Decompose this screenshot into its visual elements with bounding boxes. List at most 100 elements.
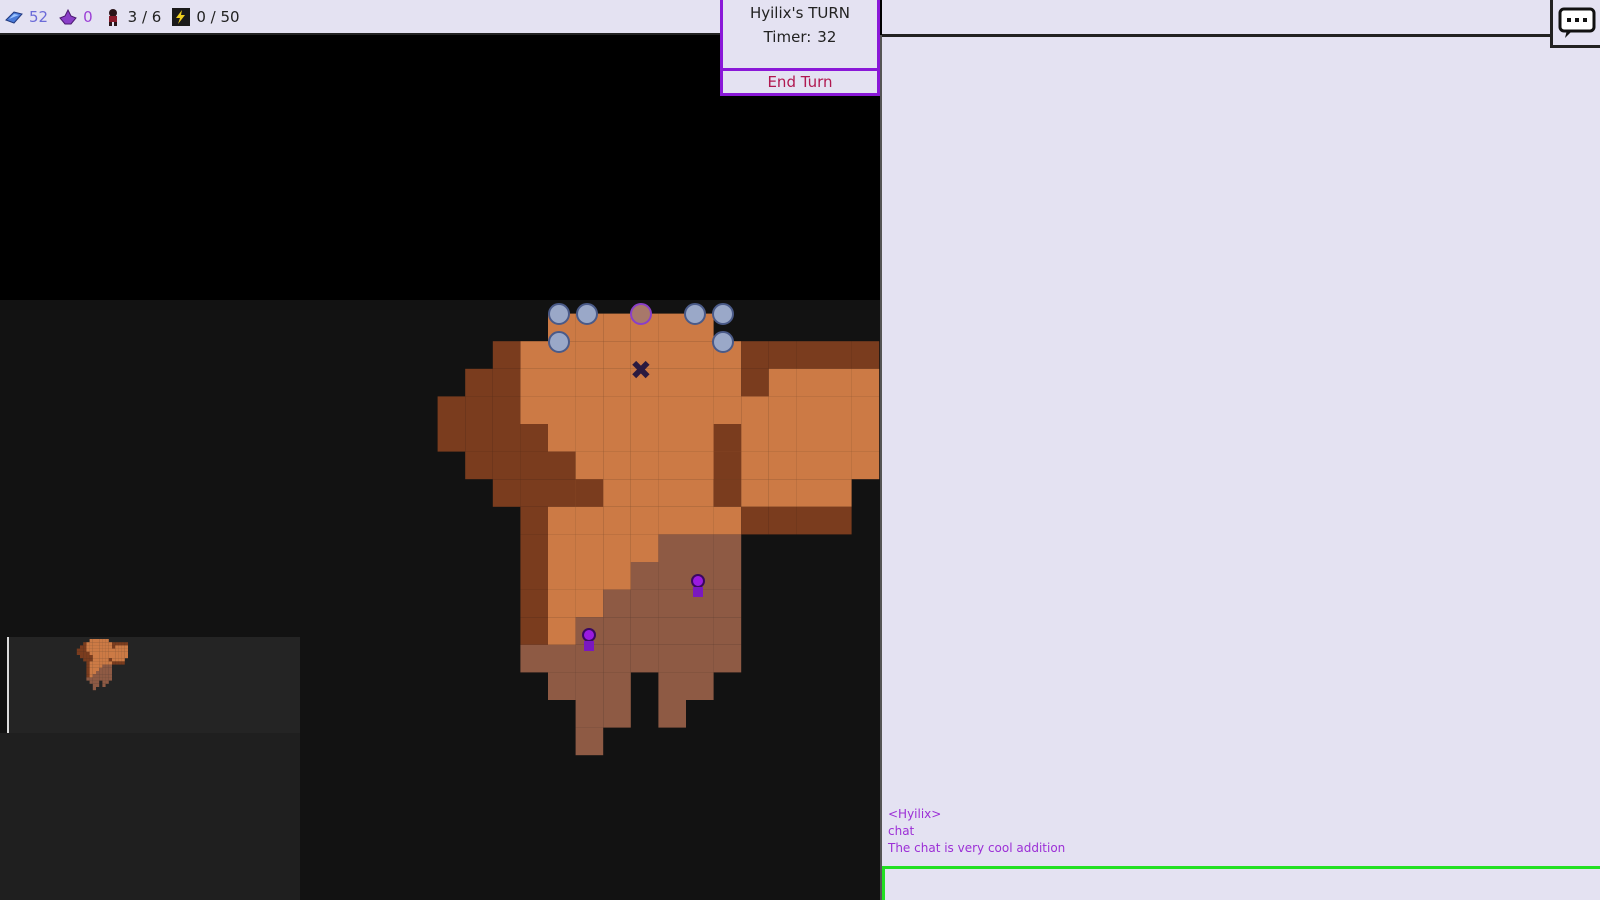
player-unit[interactable] [691,574,705,588]
map-tile [492,368,521,397]
map-tile [741,341,769,369]
minimap-tile [76,648,80,652]
map-tile [575,562,604,590]
minimap-tile [118,651,122,655]
minimap-tile [89,661,93,665]
minimap-tile [80,648,84,652]
map-tile [548,396,576,424]
lightning-icon [171,7,191,26]
minimap-tile [108,677,112,681]
map-tile [603,506,631,535]
map-tile [796,479,824,507]
crystal-node[interactable] [548,331,570,353]
map-tile [575,727,604,756]
map-tile [741,451,769,480]
minimap-tile [89,648,93,652]
map-tile [520,534,548,562]
minimap-tile [115,645,119,649]
minimap-tile [96,661,100,665]
minimap-tile [121,642,125,646]
chat-toggle-button[interactable] [1550,0,1600,48]
minimap-tile [118,661,122,665]
map-tile [824,451,852,480]
minimap-tile [80,651,84,655]
map-tile [603,368,631,397]
map-tile [713,589,742,618]
minimap-tile [118,648,122,652]
minimap-tile [99,667,103,671]
map-tile [548,672,576,700]
map-tile [658,562,686,590]
minimap-tile [80,645,84,649]
map-tile [575,368,604,397]
minimap-tile [83,648,87,652]
minimap-tile [96,674,100,678]
minimap-tile [80,655,84,659]
map-tile [548,589,576,618]
map-tile [686,368,714,397]
minimap-tile [102,680,106,684]
map-tile [492,424,521,452]
minimap-tile [102,671,106,675]
map-tile [824,341,852,369]
minimap-tile [96,648,100,652]
minimap-tile [115,651,119,655]
minimap-tile [115,648,119,652]
minimap-tile [99,661,103,665]
minimap-tile [83,655,87,659]
gem-node[interactable] [630,303,652,325]
map-tile [575,589,604,618]
map-tile [603,424,631,452]
minimap-tile [112,642,116,646]
map-tile [575,506,604,535]
minimap-tile [92,687,96,691]
player-unit[interactable] [582,628,596,642]
minimap-tile [124,642,128,646]
crystal-node[interactable] [684,303,706,325]
map-tile [658,644,686,673]
minimap-tile [89,677,93,681]
minimap-tile [121,655,125,659]
map-tile [465,396,493,424]
gem-count: 0 [83,7,93,26]
map-tile [686,534,714,562]
minimap-tile [86,642,90,646]
minimap-tile [108,671,112,675]
map-tile [713,424,742,452]
map-tile [851,396,880,424]
minimap-tile [105,664,109,668]
chat-input[interactable] [882,866,1600,900]
map-tile [796,451,824,480]
map-tile [658,617,686,645]
map-tile [548,479,576,507]
crystal-node[interactable] [576,303,598,325]
map-tile [465,368,493,397]
map-tile [741,479,769,507]
map-tile [520,368,548,397]
minimap-tile [102,639,106,643]
minimap-tile [96,683,100,687]
minimap-tile [105,639,109,643]
minimap-tile [86,651,90,655]
minimap-tile [92,642,96,646]
map-tile [520,451,548,480]
timer-value: 32 [817,28,837,46]
map-tile [824,506,852,535]
map-tile [658,368,686,397]
minimap-tile [99,639,103,643]
crystal-node[interactable] [712,331,734,353]
map-tile [603,396,631,424]
crystal-node[interactable] [712,303,734,325]
map-tile [686,617,714,645]
minimap-tile [102,664,106,668]
map-tile [630,424,659,452]
map-tile [548,534,576,562]
map-tile [658,313,686,342]
minimap-tile [86,648,90,652]
minimap-tile [108,664,112,668]
minimap-tile [121,651,125,655]
spawn-marker-icon[interactable]: ✖ [630,356,652,386]
map-tile [713,534,742,562]
crystal-node[interactable] [548,303,570,325]
end-turn-button[interactable]: End Turn [723,68,877,93]
